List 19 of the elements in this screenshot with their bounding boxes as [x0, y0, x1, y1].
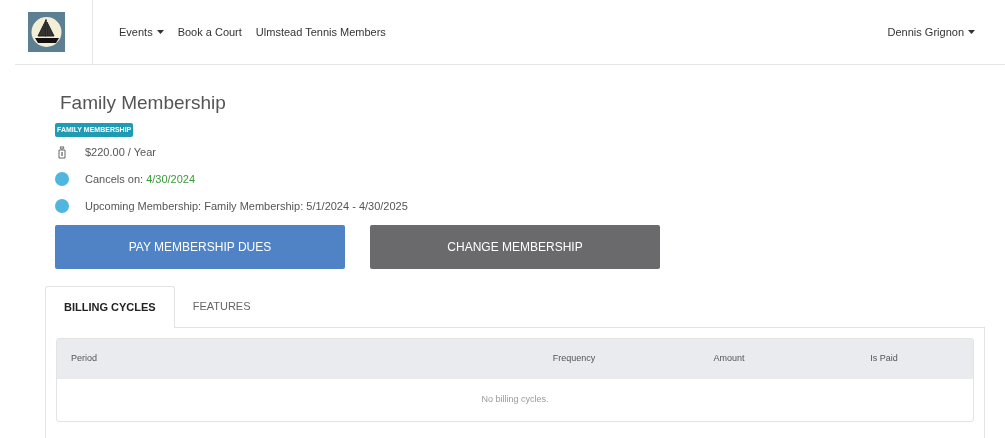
tab[interactable]: BILLING CYCLES	[45, 286, 175, 328]
tab[interactable]: FEATURES	[174, 286, 269, 328]
detail-text: $220.00 / Year	[85, 144, 156, 160]
column-header: Period	[71, 353, 97, 364]
nav-link[interactable]: Book a Court	[177, 23, 242, 41]
empty-message: No billing cycles.	[481, 393, 549, 407]
pay-button[interactable]: PAY MEMBERSHIP DUES	[55, 225, 345, 269]
user-menu[interactable]: Dennis Grignon	[887, 23, 975, 41]
sailboat-logo[interactable]	[27, 12, 65, 52]
column-header: Is Paid	[870, 353, 898, 364]
column-header: Frequency	[552, 353, 596, 364]
page-title: Family Membership	[60, 91, 227, 115]
nav-link[interactable]: Events	[119, 23, 164, 41]
change-button[interactable]: CHANGE MEMBERSHIP	[370, 225, 660, 269]
detail-text: Cancels on: 4/30/2024	[85, 171, 196, 187]
column-header: Amount	[713, 353, 745, 364]
money-bag-icon	[57, 145, 67, 159]
detail-text: Upcoming Membership: Family Membership: 5/1/2024 - 4/30/2025	[85, 198, 408, 214]
nav-link[interactable]: Ulmstead Tennis Members	[255, 23, 386, 41]
